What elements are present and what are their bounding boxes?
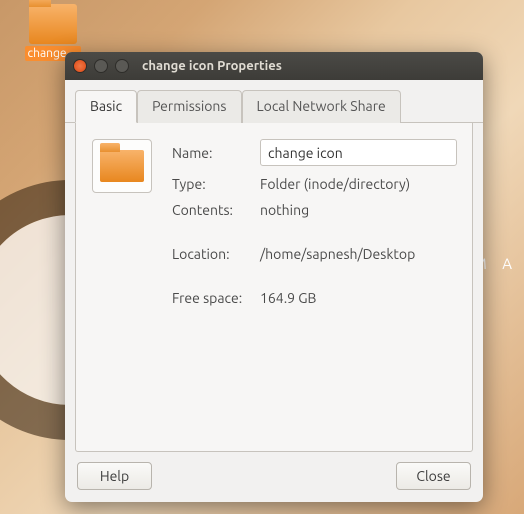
icon-chooser-button[interactable] bbox=[92, 139, 152, 193]
location-value: /home/sapnesh/Desktop bbox=[260, 246, 415, 262]
tab-local-network-share[interactable]: Local Network Share bbox=[242, 90, 401, 123]
type-label: Type: bbox=[172, 176, 260, 192]
close-button[interactable]: Close bbox=[396, 462, 471, 490]
name-row: Name: bbox=[172, 139, 457, 166]
tab-bar: Basic Permissions Local Network Share bbox=[65, 80, 483, 123]
tab-basic-panel: Name: Type: Folder (inode/directory) Con… bbox=[75, 123, 473, 452]
contents-label: Contents: bbox=[172, 202, 260, 218]
location-row: Location: /home/sapnesh/Desktop bbox=[172, 246, 457, 262]
properties-dialog: change icon Properties Basic Permissions… bbox=[65, 52, 483, 502]
freespace-row: Free space: 164.9 GB bbox=[172, 290, 457, 306]
freespace-value: 164.9 GB bbox=[260, 290, 316, 306]
type-row: Type: Folder (inode/directory) bbox=[172, 176, 457, 192]
tab-basic[interactable]: Basic bbox=[75, 90, 137, 123]
window-title: change icon Properties bbox=[142, 59, 282, 73]
name-label: Name: bbox=[172, 145, 260, 161]
folder-icon bbox=[29, 4, 77, 44]
type-value: Folder (inode/directory) bbox=[260, 176, 410, 192]
location-label: Location: bbox=[172, 246, 260, 262]
dialog-footer: Help Close bbox=[65, 462, 483, 502]
contents-row: Contents: nothing bbox=[172, 202, 457, 218]
window-maximize-button[interactable] bbox=[115, 59, 129, 73]
folder-icon bbox=[100, 150, 144, 182]
window-close-button[interactable] bbox=[73, 59, 87, 73]
name-input[interactable] bbox=[260, 139, 457, 166]
freespace-label: Free space: bbox=[172, 290, 260, 306]
window-minimize-button[interactable] bbox=[94, 59, 108, 73]
titlebar[interactable]: change icon Properties bbox=[65, 52, 483, 80]
help-button[interactable]: Help bbox=[77, 462, 152, 490]
contents-value: nothing bbox=[260, 202, 309, 218]
tab-permissions[interactable]: Permissions bbox=[137, 90, 241, 123]
